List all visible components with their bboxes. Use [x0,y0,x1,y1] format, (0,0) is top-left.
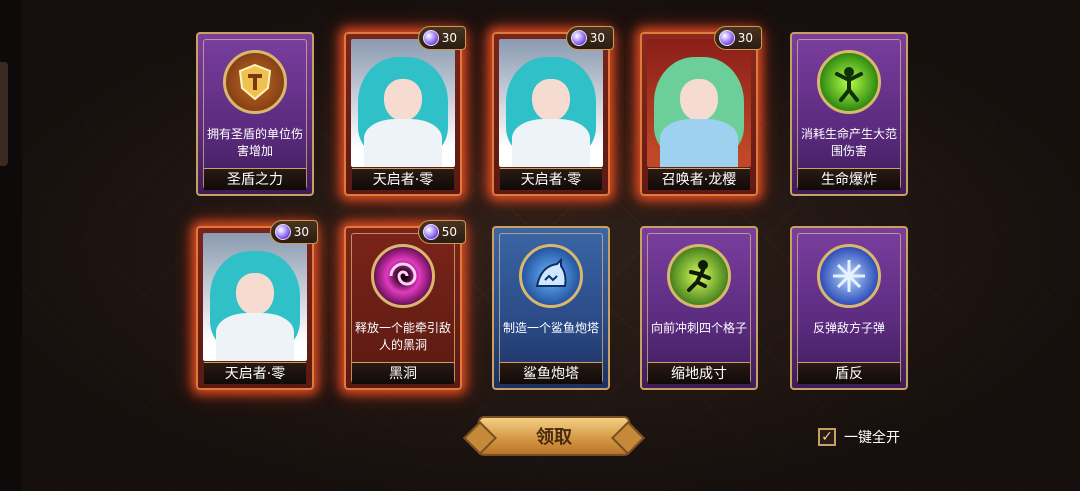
card-description: 拥有圣盾的单位伤害增加 [206,127,303,158]
card-name: 天启者·零 [500,168,602,190]
card-name: 盾反 [798,362,900,384]
skill-card-shark-turret[interactable]: 制造一个鲨鱼炮塔 鲨鱼炮塔 [492,226,610,390]
portrait-body [364,119,442,167]
cost-value: 50 [441,225,457,239]
hero-portrait [499,39,603,167]
card-description: 消耗生命产生大范围伤害 [800,127,897,158]
hero-card-zero[interactable]: 天启者·零 30 [492,26,614,196]
skill-card-holy-shield[interactable]: 拥有圣盾的单位伤害增加 圣盾之力 [196,32,314,196]
skill-card-shrink-ground[interactable]: 向前冲刺四个格子 缩地成寸 [640,226,758,390]
side-tab[interactable] [0,62,8,166]
cost-badge: 30 [269,220,318,244]
gem-icon [422,30,439,46]
explosion-icon [817,50,881,114]
card-name: 鲨鱼炮塔 [500,362,602,384]
reflect-icon [817,244,881,308]
cost-badge: 50 [417,220,466,244]
skill-card-life-explosion[interactable]: 消耗生命产生大范围伤害 生命爆炸 [790,32,908,196]
open-all-toggle[interactable]: ✓ 一键全开 [818,427,900,447]
card-name: 召唤者·龙樱 [648,168,750,190]
cost-value: 30 [441,31,457,45]
gem-icon [570,30,587,46]
cost-value: 30 [293,225,309,239]
gem-icon [718,30,735,46]
shark-icon [519,244,583,308]
hero-card-zero[interactable]: 天启者·零 30 [344,26,466,196]
shield-icon [223,50,287,114]
cost-value: 30 [737,31,753,45]
card-description: 反弹敌方子弹 [812,321,885,335]
cost-badge: 30 [713,26,762,50]
skill-card-shield-reflect[interactable]: 反弹敌方子弹 盾反 [790,226,908,390]
card-name: 天启者·零 [204,362,306,384]
skill-card-black-hole[interactable]: 释放一个能牵引敌人的黑洞 黑洞 50 [344,220,466,390]
cost-value: 30 [589,31,605,45]
card-description: 制造一个鲨鱼炮塔 [502,321,599,335]
hero-card-zero[interactable]: 天启者·零 30 [196,220,318,390]
dash-icon [667,244,731,308]
card-description: 释放一个能牵引敌人的黑洞 [354,321,451,352]
black-hole-icon [371,244,435,308]
portrait-body [660,119,738,167]
hero-portrait [351,39,455,167]
portrait-face [680,79,718,121]
hero-card-dragon-sakura[interactable]: 召唤者·龙樱 30 [640,26,762,196]
portrait-face [532,79,570,121]
hero-portrait [203,233,307,361]
card-name: 缩地成寸 [648,362,750,384]
card-description: 向前冲刺四个格子 [650,321,747,335]
claim-button[interactable]: 领取 [478,416,630,456]
cost-badge: 30 [565,26,614,50]
portrait-body [216,313,294,361]
card-name: 圣盾之力 [204,168,306,190]
gem-icon [422,224,439,240]
card-name: 生命爆炸 [798,168,900,190]
portrait-body [512,119,590,167]
cost-badge: 30 [417,26,466,50]
gem-icon [274,224,291,240]
portrait-face [384,79,422,121]
card-name: 黑洞 [352,362,454,384]
open-all-label: 一键全开 [844,430,900,446]
card-name: 天启者·零 [352,168,454,190]
open-all-checkbox[interactable]: ✓ [818,428,836,446]
portrait-face [236,273,274,315]
hero-portrait [647,39,751,167]
